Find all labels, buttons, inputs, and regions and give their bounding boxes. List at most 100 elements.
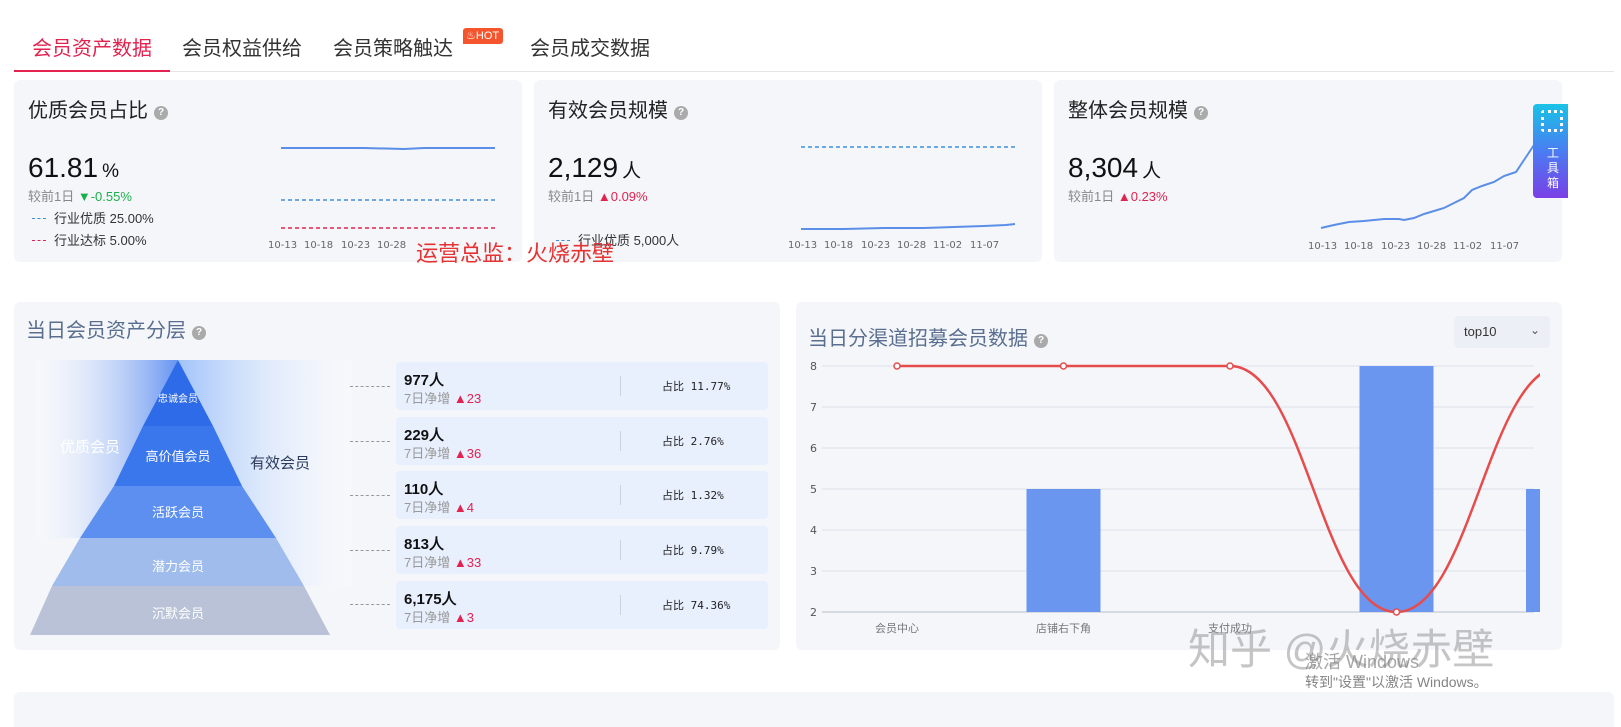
select-value: top10 <box>1464 324 1497 339</box>
reference-industry-standard: 行业达标 5.00% <box>32 230 147 249</box>
x-tick: 11-02 <box>1453 241 1482 252</box>
x-tick: 10-13 <box>1308 241 1337 252</box>
growth-label: 7日净增 <box>404 446 451 461</box>
tier-row[interactable]: 813人 7日净增 ▲33 占比 9.79% <box>396 526 768 574</box>
effective-members-title: 有效会员规模 <box>548 100 668 122</box>
channel-recruit-chart: 2345678会员中心店铺右下角支付成功購物 <box>810 360 1540 635</box>
tab-member-benefits[interactable]: 会员权益供给 <box>182 32 302 61</box>
x-tick: 11-02 <box>933 240 962 251</box>
quality-trend-line <box>281 147 495 151</box>
ref-value: 5.00% <box>109 233 147 248</box>
share-label: 占比 <box>662 489 684 502</box>
ref-label: 行业达标 <box>54 233 107 248</box>
x-tick: 10-13 <box>268 240 297 251</box>
change-value: ▼-0.55% <box>77 189 132 204</box>
author-watermark: 运营总监：火烧赤壁 <box>416 241 615 266</box>
quality-ratio-title: 优质会员占比 <box>28 100 148 122</box>
x-tick: 10-23 <box>341 240 370 251</box>
windows-activation-hint: 转到"设置"以激活 Windows。 <box>1305 674 1488 690</box>
active-tab-underline <box>14 70 170 72</box>
metric-unit: 人 <box>1142 161 1162 182</box>
help-icon[interactable]: ? <box>674 106 688 120</box>
member-pyramid: 忠诚会员 高价值会员 活跃会员 潜力会员 沉默会员 优质会员 有效会员 <box>30 360 352 635</box>
share-label: 占比 <box>662 435 684 448</box>
tab-member-strategy[interactable]: 会员策略触达 <box>333 32 453 61</box>
growth-value: ▲23 <box>453 391 482 406</box>
overall-members-value: 8,304 人 <box>1068 152 1161 184</box>
share-value: 74.36% <box>690 599 731 612</box>
tier-row[interactable]: 6,175人 7日净增 ▲3 占比 74.36% <box>396 581 768 629</box>
line-point <box>1392 608 1401 616</box>
group-label-quality: 优质会员 <box>60 438 120 456</box>
y-tick-label: 5 <box>810 483 817 496</box>
quality-ratio-card: 优质会员占比? 61.81% 较前1日 ▼-0.55% 行业优质 25.00% … <box>14 80 522 262</box>
overall-members-card: 整体会员规模? 8,304 人 较前1日 ▲0.23% 10-13 10-18 1… <box>1054 80 1562 262</box>
next-section-card <box>14 692 1614 727</box>
share-label: 占比 <box>662 599 684 612</box>
share-value: 2.76% <box>690 435 724 448</box>
help-icon[interactable]: ? <box>1034 334 1048 348</box>
divider <box>620 540 621 560</box>
bar <box>1526 489 1540 612</box>
tier-share: 占比 2.76% <box>662 433 724 449</box>
growth-value: ▲3 <box>453 610 474 625</box>
asset-layers-title: 当日会员资产分层 <box>26 320 186 342</box>
card-title: 当日会员资产分层? <box>26 314 206 343</box>
x-tick: 10-18 <box>304 240 333 251</box>
y-tick-label: 7 <box>810 401 817 414</box>
y-tick-label: 8 <box>810 360 817 373</box>
tier-row[interactable]: 977人 7日净增 ▲23 占比 11.77% <box>396 362 768 410</box>
x-tick-label: 店铺右下角 <box>1036 621 1091 635</box>
x-tick: 10-18 <box>824 240 853 251</box>
help-icon[interactable]: ? <box>1194 106 1208 120</box>
top-n-select[interactable]: top10 ⌄ <box>1454 316 1550 348</box>
tier-share: 占比 9.79% <box>662 542 724 558</box>
tier-row[interactable]: 229人 7日净增 ▲36 占比 2.76% <box>396 417 768 465</box>
x-tick: 10-18 <box>1344 241 1373 252</box>
overall-trend-line <box>1320 125 1562 229</box>
connector-line <box>350 604 390 605</box>
connector-line <box>350 550 390 551</box>
tier-label: 忠诚会员 <box>158 392 198 405</box>
reference-industry-quality: 行业优质 25.00% <box>32 208 154 227</box>
help-icon[interactable]: ? <box>154 106 168 120</box>
change-value: ▲0.09% <box>597 189 648 204</box>
divider <box>620 376 621 396</box>
tier-count: 229人 <box>404 427 445 444</box>
tier-growth: 7日净增 ▲36 <box>404 443 481 462</box>
share-label: 占比 <box>662 380 684 393</box>
tier-growth: 7日净增 ▲23 <box>404 388 481 407</box>
connector-line <box>350 495 390 496</box>
card-title: 优质会员占比? <box>28 94 168 123</box>
tier-count: 977人 <box>404 372 445 389</box>
tab-member-transactions[interactable]: 会员成交数据 <box>530 32 650 61</box>
toolbox-icon <box>1541 110 1563 132</box>
metric-number: 8,304 <box>1068 152 1139 183</box>
line-point <box>1059 362 1068 370</box>
quality-ratio-value: 61.81% <box>28 152 119 184</box>
tier-growth: 7日净增 ▲4 <box>404 497 474 516</box>
x-tick-label: 会员中心 <box>875 622 919 635</box>
help-icon[interactable]: ? <box>192 326 206 340</box>
x-axis-ticks: 10-13 10-18 10-23 10-28 <box>268 240 406 251</box>
tier-label: 活跃会员 <box>152 506 204 521</box>
x-tick: 11-07 <box>1490 241 1519 252</box>
divider <box>620 485 621 505</box>
growth-label: 7日净增 <box>404 391 451 406</box>
toolbox-button[interactable]: 工具箱 <box>1533 104 1568 198</box>
effective-members-value: 2,129 人 <box>548 152 641 184</box>
tier-growth: 7日净增 ▲3 <box>404 607 474 626</box>
chevron-down-icon: ⌄ <box>1529 323 1540 337</box>
group-label-effective: 有效会员 <box>250 454 310 472</box>
x-tick: 10-13 <box>788 240 817 251</box>
tab-member-assets[interactable]: 会员资产数据 <box>32 32 152 61</box>
dashed-legend-icon <box>32 218 46 219</box>
hot-badge: ♨HOT <box>463 28 504 44</box>
compare-label: 较前1日 <box>28 189 75 204</box>
bar <box>1359 366 1434 612</box>
growth-value: ▲4 <box>453 500 474 515</box>
card-title: 有效会员规模? <box>548 94 688 123</box>
tier-row[interactable]: 110人 7日净增 ▲4 占比 1.32% <box>396 471 768 519</box>
tier-share: 占比 1.32% <box>662 487 724 503</box>
share-value: 11.77% <box>690 380 731 393</box>
